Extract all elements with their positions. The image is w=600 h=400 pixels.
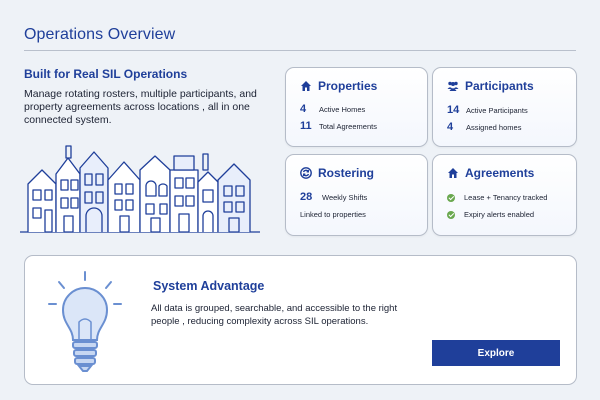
stat-linked-properties: Linked to properties [300,210,366,219]
stat-number: 11 [300,120,312,132]
participants-card[interactable]: Participants 14 Active Participants 4 As… [432,67,577,147]
lightbulb-icon [48,271,122,372]
houses-illustration [20,145,260,233]
check-icon [447,210,455,219]
advantage-title: System Advantage [153,279,265,293]
agreement-item: Lease + Tenancy tracked [447,193,547,202]
stat-label: Active Homes [319,104,366,114]
stat-active-participants: 14 Active Participants [447,104,528,116]
people-icon [447,81,459,91]
stat-label: Weekly Shifts [322,192,368,202]
refresh-icon [300,167,312,179]
home-icon [301,81,311,91]
properties-title: Properties [318,79,378,93]
stat-number: 14 [447,104,460,116]
hero-heading: Built for Real SIL Operations [24,67,188,81]
stat-active-homes: 4 Active Homes [300,103,365,115]
home-icon [448,168,458,178]
agreement-label: Lease + Tenancy tracked [464,193,548,202]
stat-label: Active Participants [466,105,528,115]
title-divider [24,50,576,51]
page-title: Operations Overview [24,26,176,43]
check-icon [447,193,455,202]
agreements-title: Agreements [465,166,535,180]
stat-weekly-shifts: 28 Weekly Shifts [300,191,367,203]
agreements-card[interactable]: Agreements Lease + Tenancy tracked Expir… [432,154,577,236]
stat-total-agreements: 11 Total Agreements [300,120,377,132]
explore-button[interactable]: Explore [432,340,560,366]
rostering-card[interactable]: Rostering 28 Weekly Shifts Linked to pro… [285,154,428,236]
stat-label: Total Agreements [319,121,377,131]
stat-number: 28 [300,191,313,203]
system-advantage-panel: System Advantage All data is grouped, se… [24,255,577,385]
hero-description: Manage rotating rosters, multiple partic… [24,88,257,126]
stat-assigned-homes: 4 Assigned homes [447,121,521,133]
stat-label: Linked to properties [300,210,366,219]
properties-card[interactable]: Properties 4 Active Homes 11 Total Agree… [285,67,428,147]
stat-label: Assigned homes [466,122,522,132]
advantage-description: All data is grouped, searchable, and acc… [151,303,398,327]
participants-title: Participants [465,79,534,93]
agreement-item: Expiry alerts enabled [447,210,534,219]
stat-number: 4 [300,103,307,115]
rostering-title: Rostering [318,166,375,180]
agreement-label: Expiry alerts enabled [464,210,535,219]
stat-number: 4 [447,121,454,133]
